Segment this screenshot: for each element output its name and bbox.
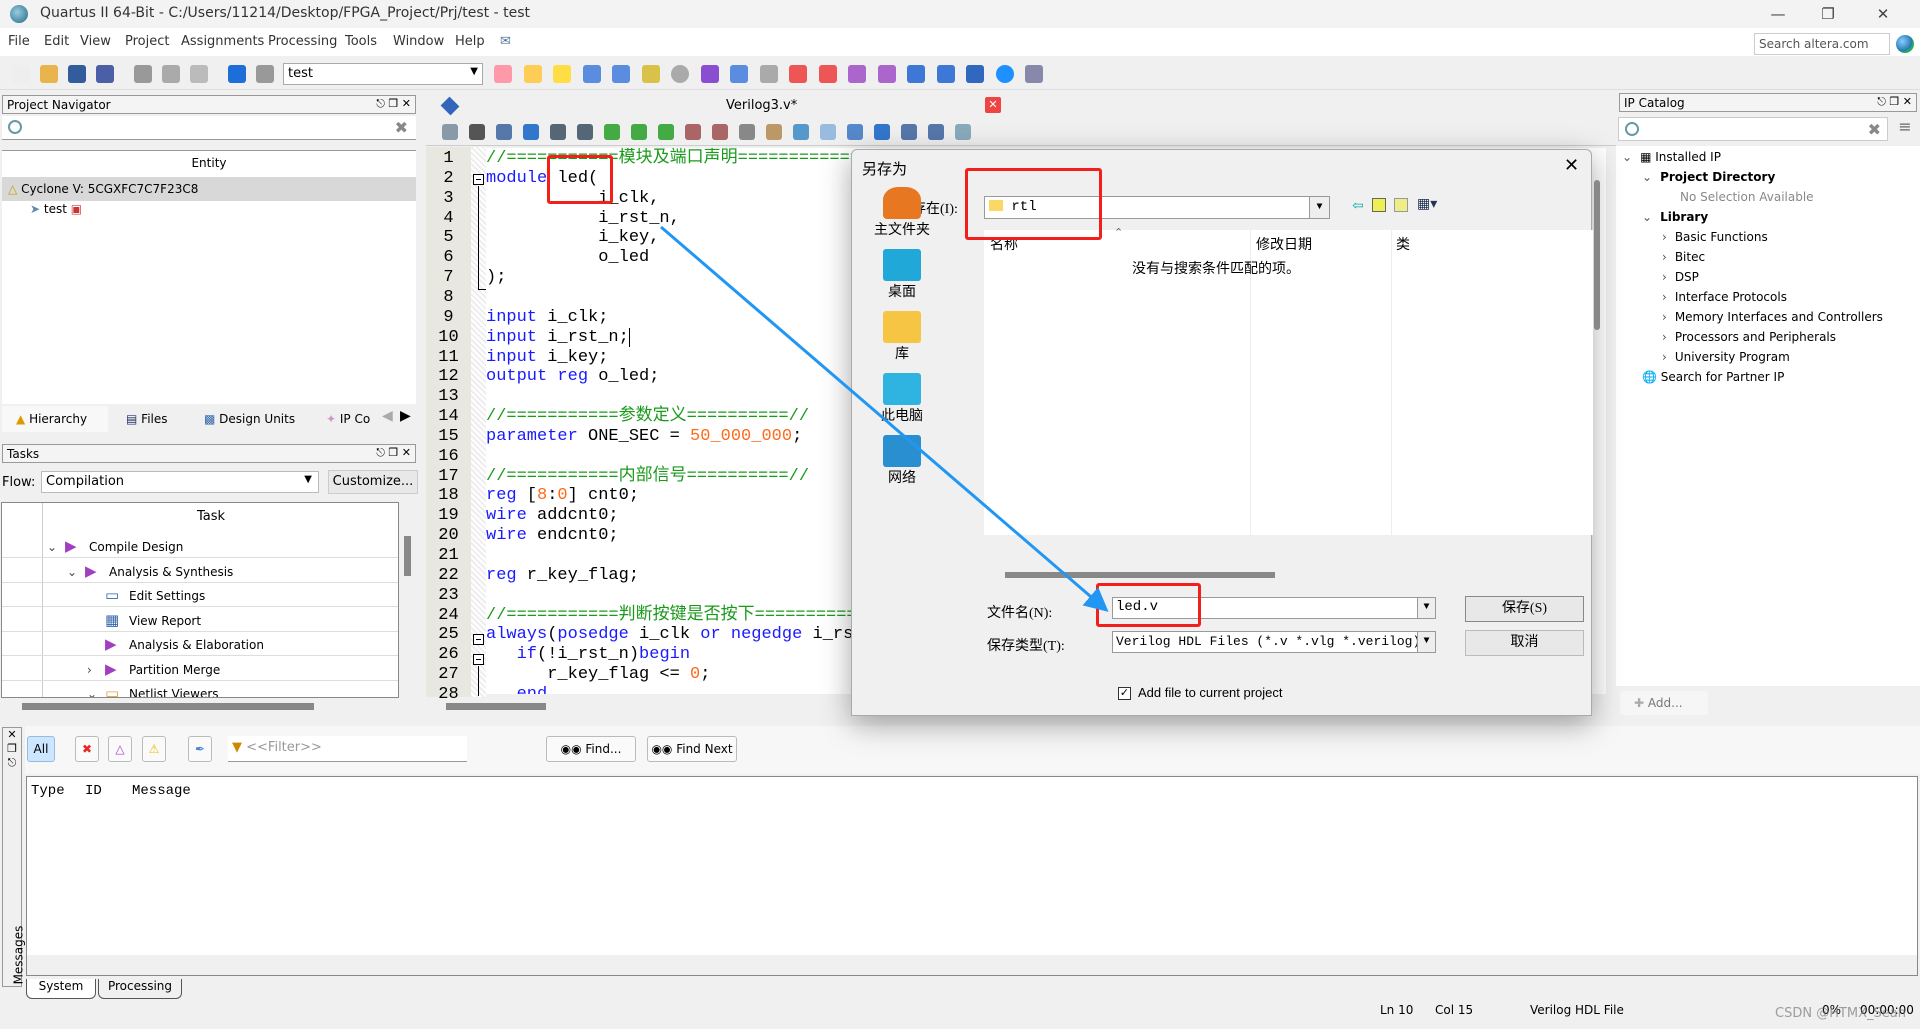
annotation-arrow bbox=[660, 225, 1109, 612]
arrow-line bbox=[660, 225, 1109, 612]
